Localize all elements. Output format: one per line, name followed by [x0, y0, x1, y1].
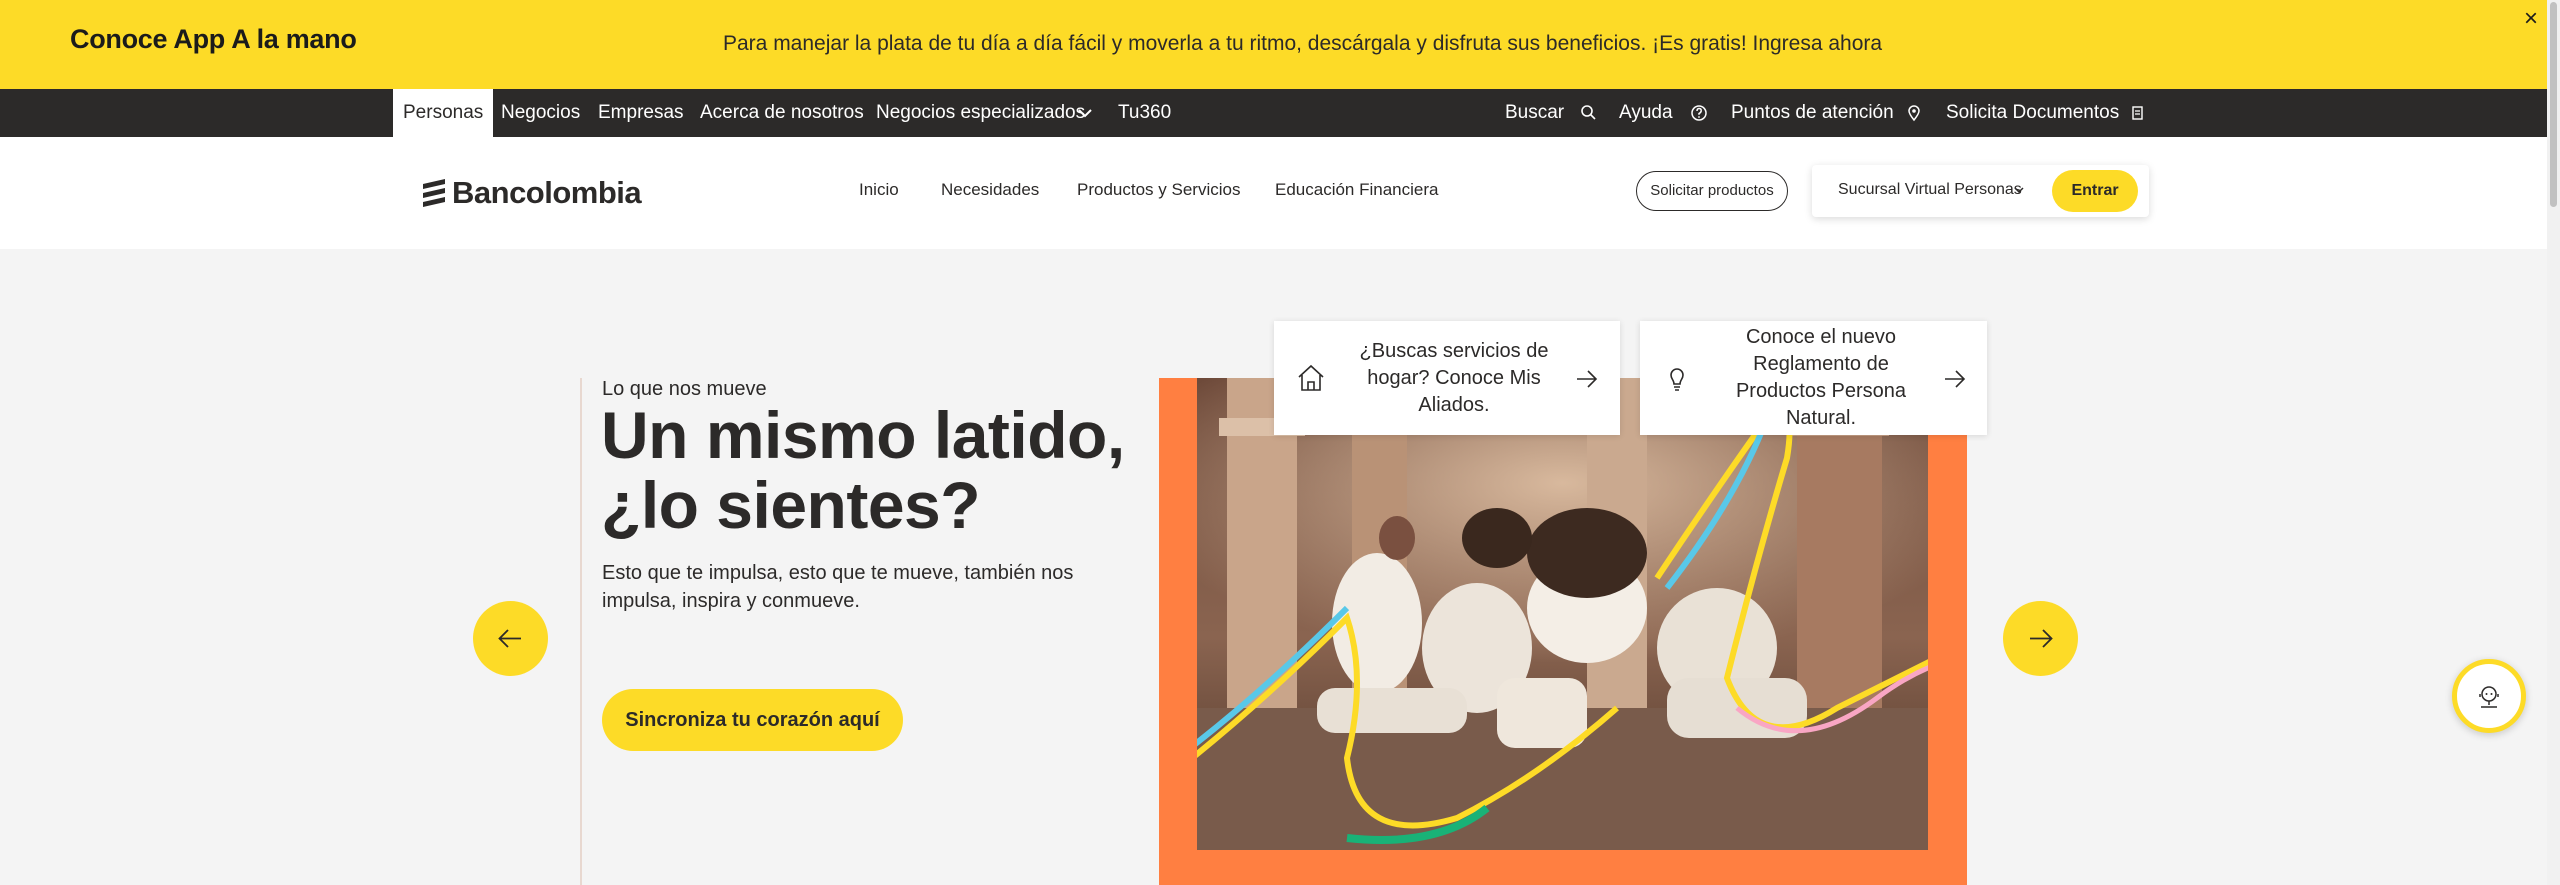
location-pin-icon[interactable]: [1904, 103, 1924, 123]
hero-title: Un mismo latido, ¿lo sientes?: [601, 398, 1125, 542]
promo-title: Conoce App A la mano: [70, 24, 357, 54]
logo-text: Bancolombia: [452, 175, 642, 210]
scrollbar-thumb[interactable]: [2550, 2, 2557, 207]
tab-tu360[interactable]: Tu360: [1118, 89, 1171, 137]
tab-empresas[interactable]: Empresas: [598, 89, 684, 137]
sucursal-virtual-box: Sucursal Virtual Personas Entrar: [1812, 165, 2149, 217]
solicitar-productos-button[interactable]: Solicitar productos: [1636, 171, 1788, 211]
carousel-next-button[interactable]: [2003, 601, 2078, 676]
documents-link[interactable]: Solicita Documentos: [1946, 89, 2119, 137]
card-text: ¿Buscas servicios de hogar? Conoce Mis A…: [1359, 339, 1549, 416]
sincroniza-button[interactable]: Sincroniza tu corazón aquí: [602, 689, 903, 751]
house-icon: [1298, 364, 1324, 391]
promo-link[interactable]: Para manejar la plata de tu día a día fá…: [723, 32, 1882, 56]
page: Conoce App A la mano Para manejar la pla…: [0, 0, 2560, 885]
top-nav: Personas Negocios Empresas Acerca de nos…: [0, 89, 2547, 137]
dancers-photo: [1197, 378, 1928, 850]
nav-productos[interactable]: Productos y Servicios: [1077, 180, 1240, 200]
question-icon[interactable]: [1689, 103, 1709, 123]
carousel-prev-button[interactable]: [473, 601, 548, 676]
card-text: Conoce el nuevo Reglamento de Productos …: [1735, 326, 1907, 429]
assistant-icon: [2479, 686, 2499, 708]
help-link[interactable]: Ayuda: [1619, 89, 1673, 137]
tab-personas[interactable]: Personas: [393, 89, 494, 137]
promo-banner: Conoce App A la mano Para manejar la pla…: [0, 0, 2547, 89]
hero-image: [1159, 378, 1967, 885]
main-header: Bancolombia Inicio Necesidades Productos…: [0, 137, 2547, 249]
search-link[interactable]: Buscar: [1505, 89, 1564, 137]
card-mis-aliados[interactable]: ¿Buscas servicios de hogar? Conoce Mis A…: [1274, 321, 1620, 435]
tab-negocios-especializados[interactable]: Negocios especializados: [876, 89, 1085, 137]
bancolombia-logo-icon: [423, 179, 445, 207]
virtual-assistant-button[interactable]: [2452, 659, 2526, 733]
nav-inicio[interactable]: Inicio: [859, 180, 899, 200]
arrow-right-icon: [1945, 370, 1966, 388]
arrow-left-icon: [498, 629, 521, 648]
arrow-right-icon: [2030, 629, 2053, 648]
card-reglamento[interactable]: Conoce el nuevo Reglamento de Productos …: [1640, 321, 1987, 435]
hero-description: Esto que te impulsa, esto que te mueve, …: [602, 562, 1074, 612]
arrow-right-icon: [1577, 370, 1598, 388]
chevron-down-icon[interactable]: [1075, 103, 1095, 123]
tab-negocios[interactable]: Negocios: [501, 89, 580, 137]
locations-link[interactable]: Puntos de atención: [1731, 89, 1894, 137]
lightbulb-icon: [1670, 368, 1684, 391]
chevron-down-icon[interactable]: [2012, 183, 2026, 197]
hero-section: Lo que nos mueve Un mismo latido, ¿lo si…: [0, 249, 2547, 885]
sucursal-virtual-dropdown[interactable]: Sucursal Virtual Personas: [1838, 181, 2022, 199]
nav-educacion[interactable]: Educación Financiera: [1275, 180, 1438, 200]
entrar-button[interactable]: Entrar: [2052, 170, 2138, 212]
page-scrollbar[interactable]: [2547, 0, 2560, 885]
nav-necesidades[interactable]: Necesidades: [941, 180, 1039, 200]
search-icon[interactable]: [1579, 103, 1599, 123]
hero-text-panel: Lo que nos mueve Un mismo latido, ¿lo si…: [580, 378, 1160, 885]
tab-acerca[interactable]: Acerca de nosotros: [700, 89, 864, 137]
document-icon[interactable]: [2128, 103, 2148, 123]
close-icon[interactable]: ×: [2518, 6, 2544, 32]
